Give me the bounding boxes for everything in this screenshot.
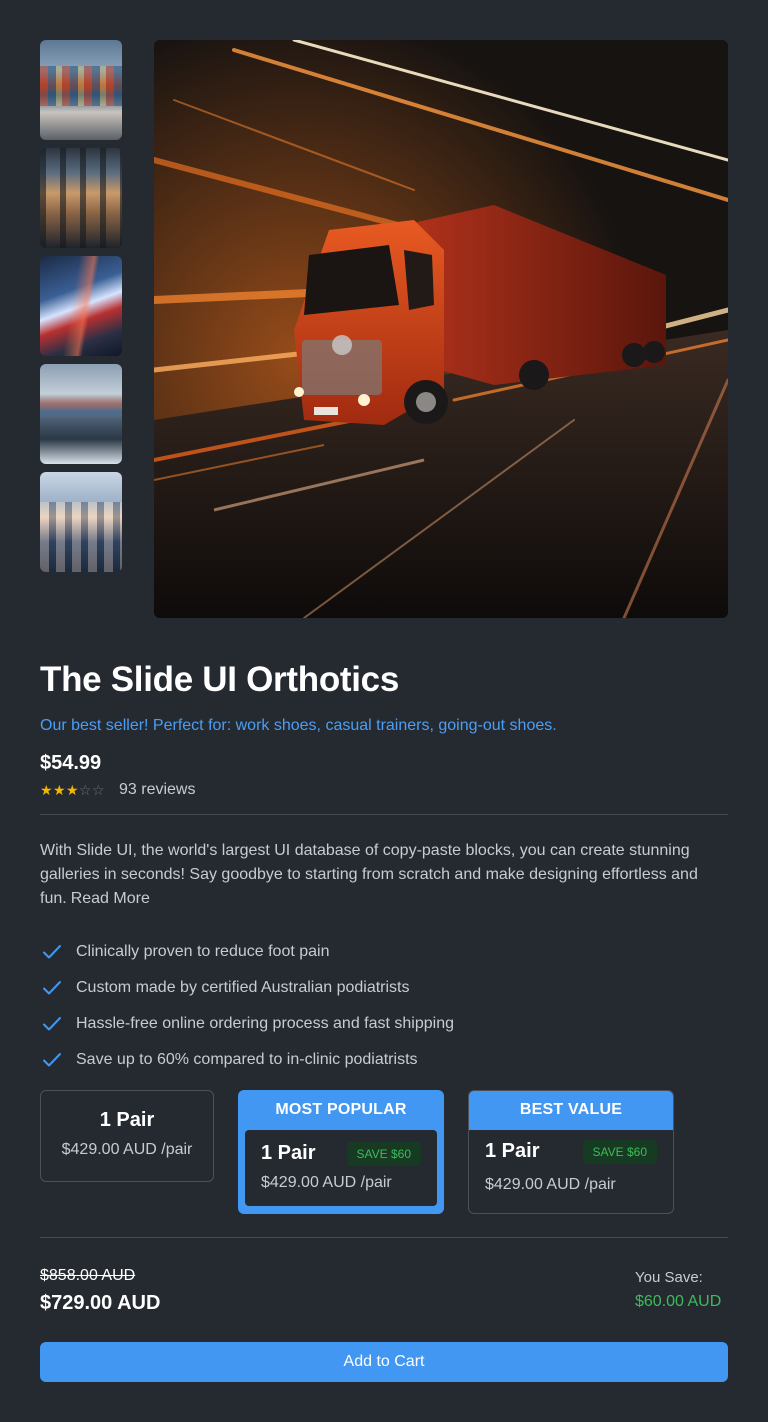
thumbnail-cargo-ship[interactable] — [40, 364, 122, 464]
main-product-image — [154, 40, 728, 618]
check-icon — [43, 1053, 61, 1067]
read-more-link[interactable]: Read More — [71, 890, 150, 907]
add-to-cart-button[interactable]: Add to Cart — [40, 1342, 728, 1382]
check-icon — [43, 981, 61, 995]
speeding-red-truck-image — [154, 40, 728, 618]
feature-item: Custom made by certified Australian podi… — [40, 970, 454, 1006]
option-price: $429.00 AUD /pair — [261, 1174, 392, 1191]
option-price: $429.00 AUD /pair — [485, 1176, 616, 1193]
feature-list: Clinically proven to reduce foot pain Cu… — [40, 934, 454, 1078]
thumbnail-cargo-containers[interactable] — [40, 40, 122, 140]
option-quantity: 1 Pair — [99, 1109, 155, 1131]
star-filled-icon: ★ — [66, 782, 79, 798]
option-single-pair[interactable]: 1 Pair $429.00 AUD /pair — [40, 1090, 214, 1182]
option-badge: BEST VALUE — [469, 1091, 673, 1130]
feature-text: Hassle-free online ordering process and … — [76, 1015, 454, 1032]
option-body: 1 Pair SAVE $60 $429.00 AUD /pair — [245, 1130, 437, 1206]
you-save-label: You Save: — [635, 1269, 703, 1286]
star-filled-icon: ★ — [53, 782, 66, 798]
thumbnail-red-truck[interactable] — [40, 256, 122, 356]
save-badge: SAVE $60 — [346, 1142, 421, 1166]
rating: ★ ★ ★ ☆ ☆ 93 reviews — [40, 781, 195, 799]
feature-text: Save up to 60% compared to in-clinic pod… — [76, 1051, 418, 1068]
option-best-value[interactable]: BEST VALUE 1 Pair SAVE $60 $429.00 AUD /… — [468, 1090, 674, 1214]
option-badge: MOST POPULAR — [275, 1101, 407, 1118]
product-description: With Slide UI, the world's largest UI da… — [40, 839, 730, 911]
cargo-ship-image — [40, 364, 122, 464]
check-icon — [43, 945, 61, 959]
feature-item: Clinically proven to reduce foot pain — [40, 934, 454, 970]
cargo-containers-image — [40, 66, 122, 106]
total-price: $729.00 AUD — [40, 1292, 161, 1314]
option-quantity: 1 Pair — [485, 1140, 540, 1162]
you-save-amount: $60.00 AUD — [635, 1293, 722, 1310]
save-badge: SAVE $60 — [582, 1140, 657, 1164]
review-count[interactable]: 93 reviews — [119, 781, 195, 799]
thumbnail-warehouse[interactable] — [40, 148, 122, 248]
warehouse-image — [40, 148, 122, 248]
team-photo-image — [40, 502, 122, 572]
feature-text: Custom made by certified Australian podi… — [76, 979, 410, 996]
option-quantity: 1 Pair — [261, 1142, 316, 1164]
original-price: $858.00 AUD — [40, 1267, 136, 1284]
option-most-popular[interactable]: MOST POPULAR 1 Pair SAVE $60 $429.00 AUD… — [238, 1090, 444, 1214]
divider — [40, 814, 728, 815]
option-body: 1 Pair SAVE $60 $429.00 AUD /pair — [469, 1130, 673, 1212]
divider — [40, 1237, 728, 1238]
feature-text: Clinically proven to reduce foot pain — [76, 943, 330, 960]
option-price: $429.00 AUD /pair — [61, 1141, 193, 1158]
red-truck-image — [40, 256, 122, 356]
feature-item: Save up to 60% compared to in-clinic pod… — [40, 1042, 454, 1078]
check-icon — [43, 1017, 61, 1031]
star-empty-icon: ☆ — [92, 782, 105, 798]
feature-item: Hassle-free online ordering process and … — [40, 1006, 454, 1042]
product-title: The Slide UI Orthotics — [40, 660, 400, 699]
product-subtitle: Our best seller! Perfect for: work shoes… — [40, 717, 557, 734]
star-empty-icon: ☆ — [79, 782, 92, 798]
product-price: $54.99 — [40, 752, 102, 774]
star-filled-icon: ★ — [40, 782, 53, 798]
thumbnail-team-photo[interactable] — [40, 472, 122, 572]
thumbnail-list — [40, 40, 122, 580]
